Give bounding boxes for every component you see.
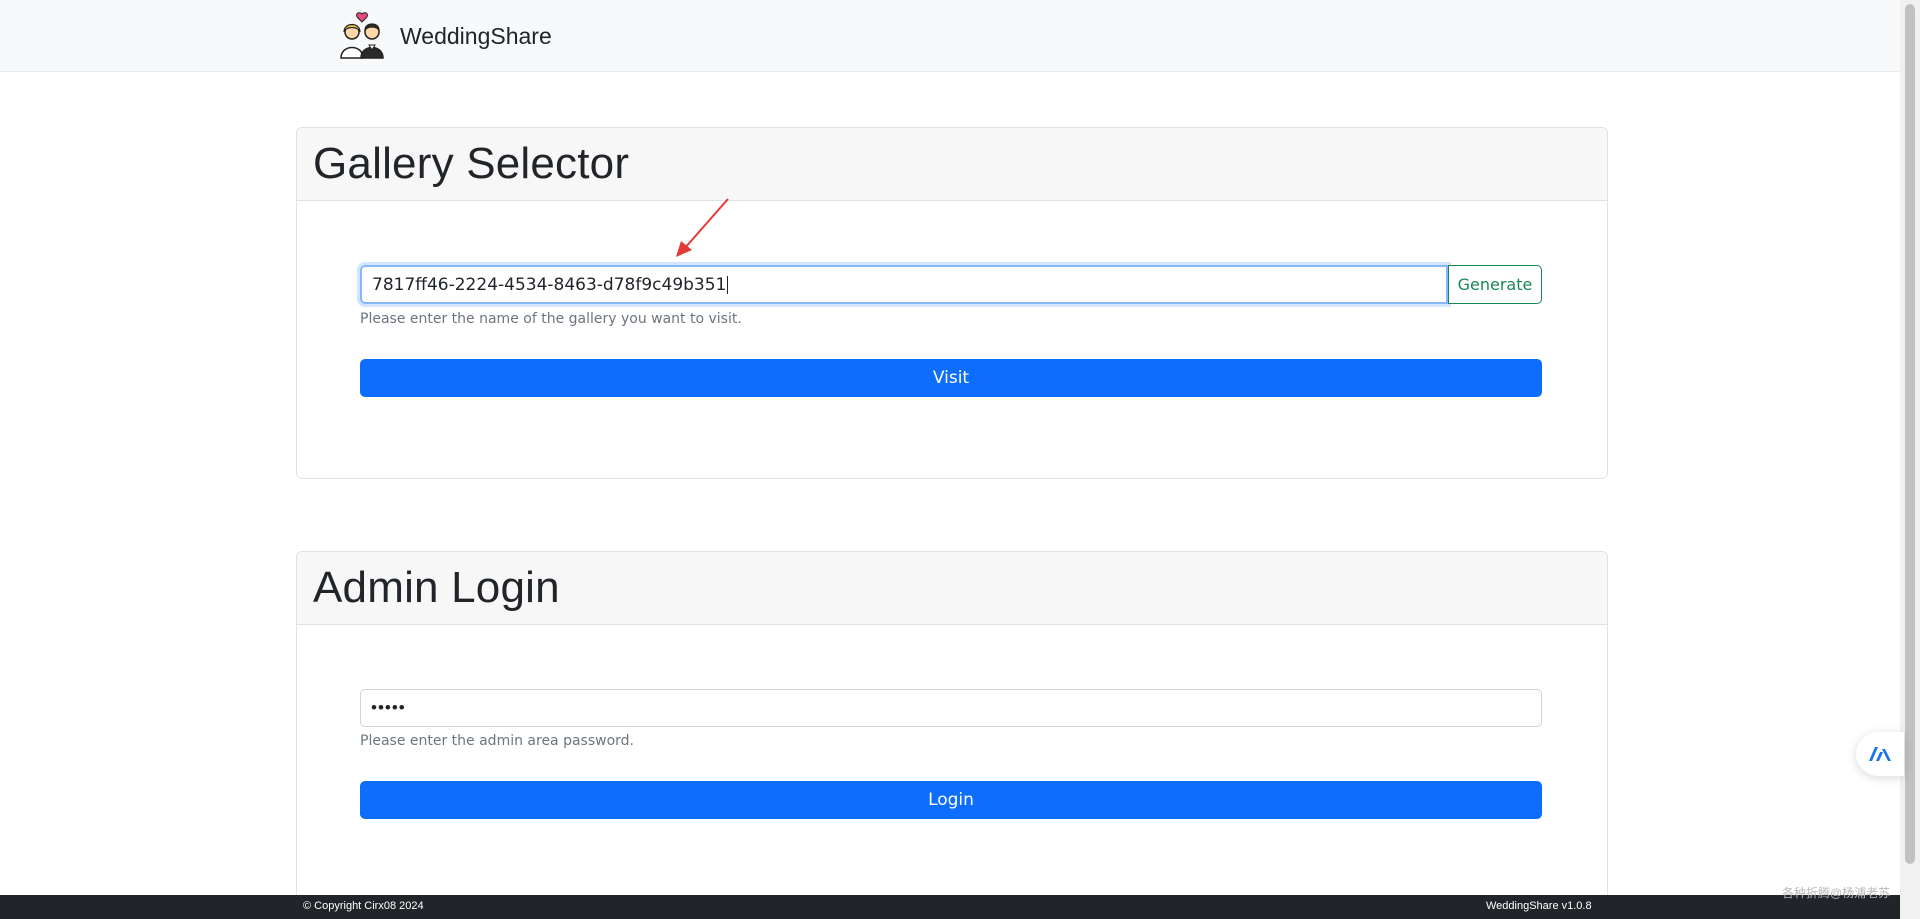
watermark-text: 各种折腾@杨浦老苏 xyxy=(1782,886,1891,900)
scrollbar-thumb[interactable] xyxy=(1905,4,1915,864)
navbar: WeddingShare xyxy=(0,0,1900,72)
login-button[interactable]: Login xyxy=(360,781,1542,819)
footer-copyright: © Copyright Cirx08 2024 xyxy=(303,900,424,912)
footer-version: WeddingShare v1.0.8 xyxy=(1486,900,1592,912)
visit-button[interactable]: Visit xyxy=(360,359,1542,397)
gallery-selector-card: Gallery Selector 7817ff46-2224-4534-8463… xyxy=(296,127,1608,479)
page-scrollbar[interactable] xyxy=(1900,0,1920,919)
navbar-brand[interactable]: WeddingShare xyxy=(338,12,552,60)
text-caret xyxy=(727,275,729,294)
footer: © Copyright Cirx08 2024 WeddingShare v1.… xyxy=(0,895,1900,919)
gallery-name-input[interactable]: 7817ff46-2224-4534-8463-d78f9c49b351 xyxy=(360,265,1448,304)
annotation-arrow-icon xyxy=(676,198,729,257)
gallery-name-value: 7817ff46-2224-4534-8463-d78f9c49b351 xyxy=(372,274,727,295)
generate-button[interactable]: Generate xyxy=(1448,265,1542,304)
admin-help-text: Please enter the admin area password. xyxy=(360,733,635,749)
gallery-selector-title: Gallery Selector xyxy=(313,139,630,188)
assistant-logo-icon xyxy=(1869,747,1891,761)
wedding-couple-icon xyxy=(340,12,384,59)
admin-login-title: Admin Login xyxy=(313,563,560,612)
brand-name: WeddingShare xyxy=(400,22,552,49)
gallery-help-text: Please enter the name of the gallery you… xyxy=(360,311,742,327)
admin-password-input[interactable]: ••••• xyxy=(360,689,1542,727)
admin-login-card: Admin Login ••••• Please enter the admin… xyxy=(296,551,1608,919)
gallery-selector-header: Gallery Selector xyxy=(297,128,1607,201)
assistant-float-button[interactable] xyxy=(1856,732,1904,776)
admin-login-header: Admin Login xyxy=(297,552,1607,625)
gallery-input-group: 7817ff46-2224-4534-8463-d78f9c49b351 Gen… xyxy=(360,265,1542,304)
